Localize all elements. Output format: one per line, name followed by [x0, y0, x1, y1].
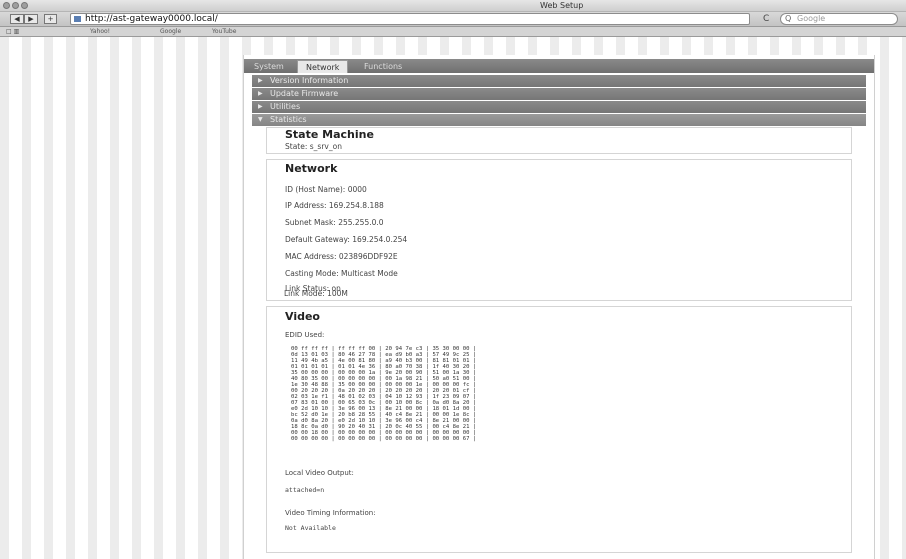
video-timing-label: Video Timing Information:	[285, 509, 376, 517]
forward-icon: ▶	[28, 15, 34, 23]
section-label: Statistics	[270, 115, 307, 124]
bookmark-item[interactable]: Yahoo!	[90, 27, 110, 36]
section-label: Utilities	[270, 102, 301, 111]
ip-address-field: IP Address: 169.254.8.188	[285, 201, 384, 210]
bookmarks-icon[interactable]: □ ▥	[6, 28, 19, 35]
reload-icon[interactable]: C	[763, 13, 769, 25]
browser-toolbar: ◀ ▶ + http://ast-gateway0000.local/ C Q …	[0, 12, 906, 27]
zoom-window-icon[interactable]	[21, 2, 28, 9]
back-button[interactable]: ◀	[10, 14, 24, 24]
search-placeholder: Google	[797, 14, 826, 23]
state-machine-panel: State Machine State: s_srv_on	[266, 127, 852, 154]
minimize-window-icon[interactable]	[12, 2, 19, 9]
section-label: Update Firmware	[270, 89, 339, 98]
search-field[interactable]: Q Google	[780, 13, 898, 25]
section-statistics[interactable]: ▼ Statistics	[252, 114, 866, 126]
collapse-arrow-icon: ▼	[258, 116, 263, 123]
section-update-firmware[interactable]: ▶ Update Firmware	[252, 88, 866, 100]
video-panel: Video EDID Used: 00 ff ff ff | ff ff ff …	[266, 306, 852, 553]
link-mode-field: Link Mode: 100M	[284, 289, 348, 298]
state-value: State: s_srv_on	[285, 142, 342, 151]
host-name-field: ID (Host Name): 0000	[285, 185, 367, 194]
main-tab-bar: System Network Functions	[244, 59, 874, 73]
subnet-mask-field: Subnet Mask: 255.255.0.0	[285, 218, 384, 227]
edid-label: EDID Used:	[285, 331, 325, 339]
back-icon: ◀	[14, 15, 20, 23]
address-url: http://ast-gateway0000.local/	[85, 14, 218, 24]
tab-functions[interactable]: Functions	[356, 60, 410, 73]
bookmarks-bar: □ ▥ Yahoo! Google YouTube	[0, 27, 906, 37]
bookmark-item[interactable]: Google	[160, 27, 181, 36]
close-window-icon[interactable]	[3, 2, 10, 9]
expand-arrow-icon: ▶	[258, 90, 263, 97]
section-label: Version Information	[270, 76, 349, 85]
web-setup-page: System Network Functions ▶ Version Infor…	[243, 55, 875, 559]
casting-mode-field: Casting Mode: Multicast Mode	[285, 269, 398, 278]
bookmark-item[interactable]: YouTube	[212, 27, 236, 36]
site-favicon-icon	[74, 16, 81, 22]
tab-network[interactable]: Network	[297, 60, 349, 73]
tab-system[interactable]: System	[246, 60, 292, 73]
expand-arrow-icon: ▶	[258, 103, 263, 110]
state-machine-title: State Machine	[285, 128, 374, 141]
video-timing-value: Not Available	[285, 524, 336, 532]
network-panel: Network ID (Host Name): 0000 IP Address:…	[266, 159, 852, 301]
local-video-output-label: Local Video Output:	[285, 469, 354, 477]
section-version-information[interactable]: ▶ Version Information	[252, 75, 866, 87]
address-bar[interactable]: http://ast-gateway0000.local/	[70, 13, 750, 25]
expand-arrow-icon: ▶	[258, 77, 263, 84]
network-title: Network	[285, 162, 338, 175]
edid-row: 00 00 00 00 | 00 00 00 00 | 00 00 00 00 …	[291, 436, 477, 442]
plus-icon: +	[47, 15, 54, 23]
mac-address-field: MAC Address: 023896DDF92E	[285, 252, 398, 261]
video-title: Video	[285, 310, 320, 323]
window-title: Web Setup	[540, 1, 584, 10]
local-video-output-value: attached=n	[285, 486, 325, 494]
search-icon: Q	[785, 14, 792, 23]
forward-button[interactable]: ▶	[24, 14, 38, 24]
add-bookmark-button[interactable]: +	[44, 14, 57, 24]
section-utilities[interactable]: ▶ Utilities	[252, 101, 866, 113]
window-titlebar: Web Setup	[0, 0, 906, 12]
default-gateway-field: Default Gateway: 169.254.0.254	[285, 235, 408, 244]
